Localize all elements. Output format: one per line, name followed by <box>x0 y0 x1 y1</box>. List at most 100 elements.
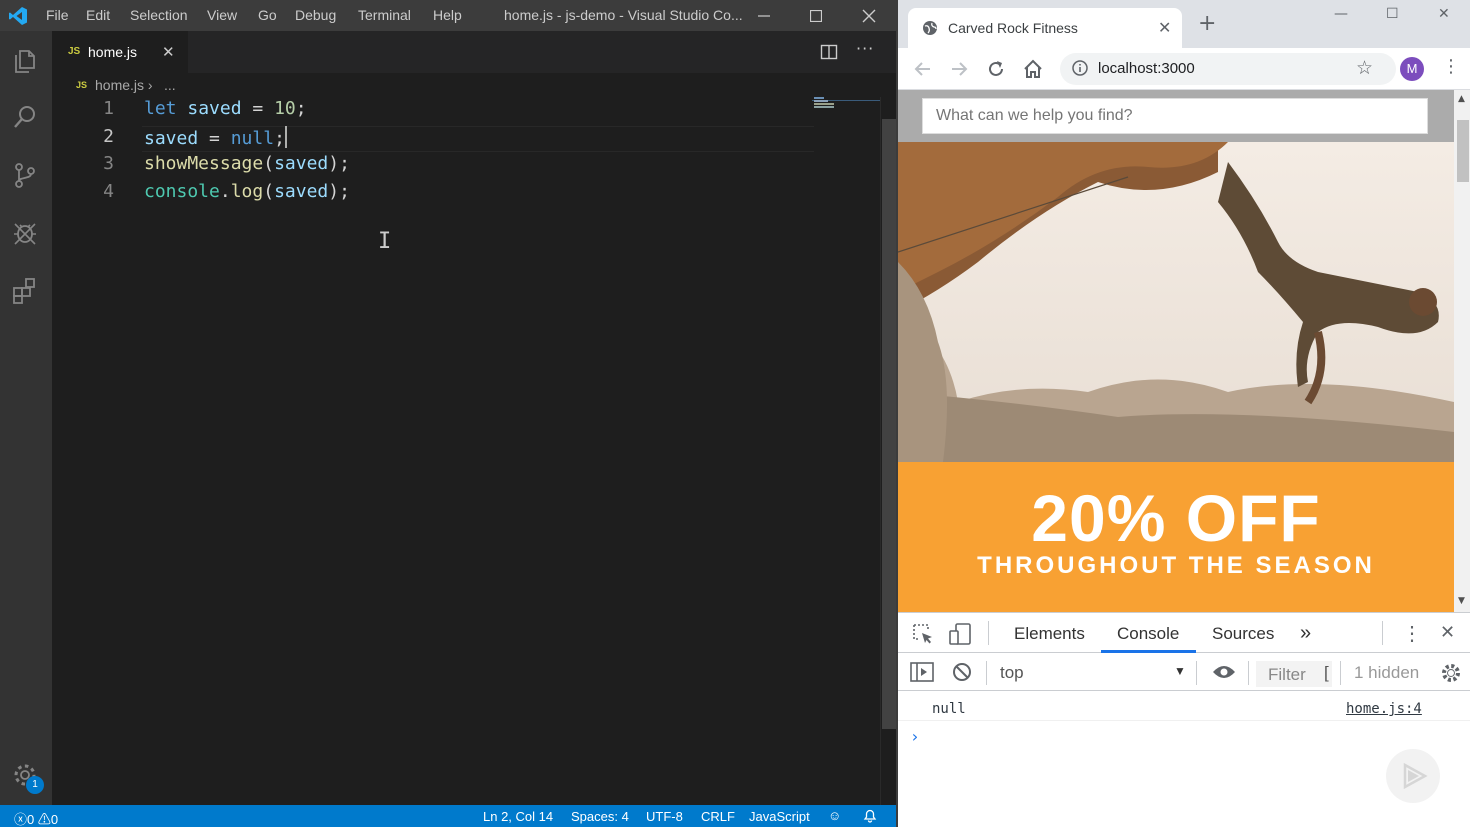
new-tab-icon[interactable]: + <box>1198 13 1216 35</box>
search-icon[interactable] <box>9 101 41 133</box>
clear-console-icon[interactable] <box>952 662 972 682</box>
address-bar[interactable]: localhost:3000 ☆ <box>1060 53 1396 85</box>
console-settings-gear-icon[interactable] <box>1440 662 1462 684</box>
console-sidebar-icon[interactable] <box>910 662 934 682</box>
end-of-line[interactable]: CRLF <box>701 809 735 824</box>
language-mode[interactable]: JavaScript <box>749 809 810 824</box>
minimize-button[interactable] <box>741 0 787 31</box>
browser-menu-icon[interactable]: ⋮ <box>1442 56 1460 77</box>
split-editor-icon[interactable] <box>820 43 838 61</box>
problems-indicator[interactable]: ⓧ0 ⚠0 <box>14 809 58 827</box>
scrollbar-thumb[interactable] <box>882 119 896 729</box>
home-icon[interactable] <box>1020 56 1046 82</box>
separator <box>1340 661 1341 685</box>
settings-update-badge: 1 <box>26 776 44 794</box>
context-selector[interactable]: top <box>1000 663 1024 683</box>
vscode-titlebar: File Edit Selection View Go Debug Termin… <box>0 0 896 31</box>
window-title: home.js - js-demo - Visual Studio Co... <box>504 7 743 23</box>
menu-edit[interactable]: Edit <box>86 7 110 23</box>
page-scrollbar[interactable]: ▲ ▼ <box>1454 90 1470 612</box>
devtools-menu-icon[interactable]: ⋮ <box>1402 621 1422 646</box>
tab-elements[interactable]: Elements <box>1014 624 1085 644</box>
devtools-panel: Elements Console Sources » ⋮ ✕ top ▼ Fil… <box>898 612 1470 827</box>
menu-view[interactable]: View <box>207 7 237 23</box>
explorer-icon[interactable] <box>9 45 41 77</box>
console-prompt[interactable]: › <box>910 727 920 746</box>
hidden-messages-count[interactable]: 1 hidden <box>1354 663 1419 683</box>
log-source-link[interactable]: home.js:4 <box>1346 701 1422 717</box>
scroll-up-arrow-icon[interactable]: ▲ <box>1458 94 1465 104</box>
devtools-close-icon[interactable]: ✕ <box>1440 622 1455 643</box>
close-window-button[interactable] <box>846 0 892 31</box>
log-value: null <box>932 701 966 717</box>
browser-tab[interactable]: Carved Rock Fitness ✕ <box>908 8 1182 48</box>
browser-close-icon[interactable]: ✕ <box>1438 6 1450 22</box>
profile-avatar[interactable]: M <box>1400 57 1424 81</box>
breadcrumb-file[interactable]: home.js › <box>95 77 153 93</box>
promo-banner[interactable]: 20% OFF THROUGHOUT THE SEASON <box>898 462 1454 612</box>
scroll-down-arrow-icon[interactable]: ▼ <box>1458 596 1465 606</box>
site-search-input[interactable] <box>922 98 1428 134</box>
url-text: localhost:3000 <box>1098 60 1195 77</box>
reload-icon[interactable] <box>983 56 1009 82</box>
bookmark-star-icon[interactable]: ☆ <box>1356 57 1373 80</box>
code-text: saved = null; <box>144 126 287 149</box>
hero-image-climber <box>898 142 1454 462</box>
code-text: showMessage(saved); <box>144 153 350 174</box>
menu-file[interactable]: File <box>46 7 69 23</box>
tab-home-js[interactable]: JS home.js ✕ <box>52 31 188 73</box>
menu-terminal[interactable]: Terminal <box>358 7 411 23</box>
page-scrollbar-thumb[interactable] <box>1457 120 1469 182</box>
globe-favicon-icon <box>923 21 937 35</box>
cursor-position[interactable]: Ln 2, Col 14 <box>483 809 553 824</box>
tab-close-button[interactable]: ✕ <box>162 43 175 61</box>
browser-maximize-icon[interactable]: ☐ <box>1386 6 1399 22</box>
tab-console[interactable]: Console <box>1117 624 1179 644</box>
more-tabs-icon[interactable]: » <box>1300 622 1311 645</box>
code-line: 1 let saved = 10; <box>52 98 812 126</box>
error-count: 0 <box>27 812 35 827</box>
filter-placeholder: Filter <box>1268 665 1306 684</box>
code-editor[interactable]: 1 let saved = 10; 2 saved = null; 3 show… <box>52 97 880 805</box>
back-arrow-icon[interactable] <box>910 56 936 82</box>
console-toolbar: top ▼ Filter [ 1 hidden <box>898 653 1470 691</box>
info-icon[interactable] <box>1072 60 1088 76</box>
browser-tab-close-icon[interactable]: ✕ <box>1158 18 1171 38</box>
extensions-icon[interactable] <box>9 275 41 307</box>
browser-minimize-icon[interactable]: — <box>1334 6 1348 22</box>
editor-scrollbar[interactable] <box>880 97 896 805</box>
filter-bracket: [ <box>1324 663 1329 682</box>
more-actions-icon[interactable]: ··· <box>856 39 874 58</box>
separator <box>988 621 989 645</box>
breadcrumb-more[interactable]: ... <box>164 77 176 93</box>
menu-help[interactable]: Help <box>433 7 462 23</box>
code-line: 3 showMessage(saved); <box>52 153 812 181</box>
vscode-logo-icon <box>9 7 27 25</box>
minimap[interactable] <box>812 97 880 805</box>
menu-debug[interactable]: Debug <box>295 7 336 23</box>
notifications-bell-icon[interactable] <box>862 807 878 826</box>
debug-icon[interactable] <box>9 217 41 249</box>
source-control-icon[interactable] <box>9 159 41 191</box>
vscode-window: File Edit Selection View Go Debug Termin… <box>0 0 896 827</box>
js-file-icon: JS <box>68 46 81 57</box>
device-toolbar-icon[interactable] <box>948 623 972 645</box>
encoding[interactable]: UTF-8 <box>646 809 683 824</box>
maximize-button[interactable] <box>793 0 839 31</box>
indentation[interactable]: Spaces: 4 <box>571 809 629 824</box>
code-line: 4 console.log(saved); <box>52 181 812 209</box>
menu-selection[interactable]: Selection <box>130 7 188 23</box>
menu-go[interactable]: Go <box>258 7 277 23</box>
maximize-icon <box>810 9 822 22</box>
inspect-element-icon[interactable] <box>912 623 934 645</box>
forward-arrow-icon[interactable] <box>946 56 972 82</box>
console-filter-input[interactable]: Filter <box>1256 661 1332 687</box>
feedback-smiley-icon[interactable]: ☺ <box>828 808 841 823</box>
code-text: let saved = 10; <box>144 98 307 119</box>
tab-sources[interactable]: Sources <box>1212 624 1274 644</box>
error-icon: ⓧ <box>14 812 28 827</box>
minimize-icon <box>758 14 770 17</box>
dropdown-arrow-icon[interactable]: ▼ <box>1174 664 1186 678</box>
breadcrumb-file-label: home.js <box>95 77 145 93</box>
live-expression-eye-icon[interactable] <box>1212 664 1236 680</box>
